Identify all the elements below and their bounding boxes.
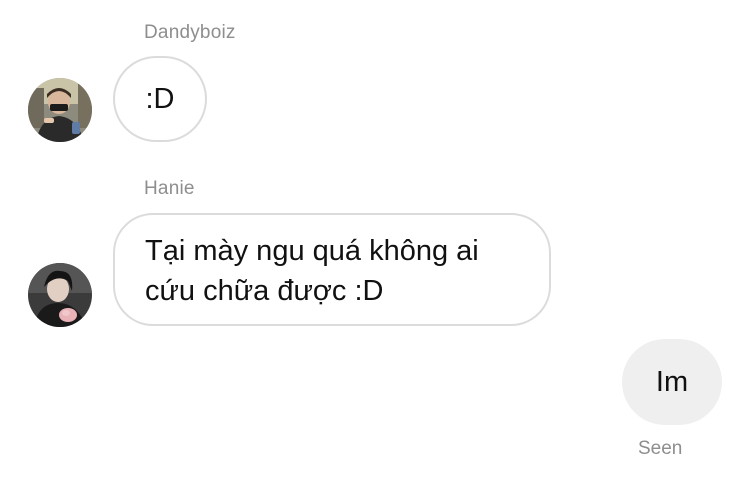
user-avatar-icon: [28, 263, 92, 327]
sender-name-dandyboiz: Dandyboiz: [144, 22, 236, 43]
avatar-hanie[interactable]: [28, 263, 92, 327]
message-text: Im: [655, 366, 689, 398]
message-bubble-dandyboiz[interactable]: :D: [113, 56, 207, 142]
user-avatar-icon: [28, 78, 92, 142]
message-text: :D: [145, 83, 175, 115]
sender-name-hanie: Hanie: [144, 178, 195, 199]
avatar-dandyboiz[interactable]: [28, 78, 92, 142]
message-bubble-outgoing[interactable]: Im: [622, 339, 722, 425]
message-text: Tại mày ngu quá không ai cứu chữa được :…: [145, 235, 479, 307]
message-bubble-hanie[interactable]: Tại mày ngu quá không ai cứu chữa được :…: [113, 213, 551, 326]
seen-status: Seen: [638, 438, 683, 459]
